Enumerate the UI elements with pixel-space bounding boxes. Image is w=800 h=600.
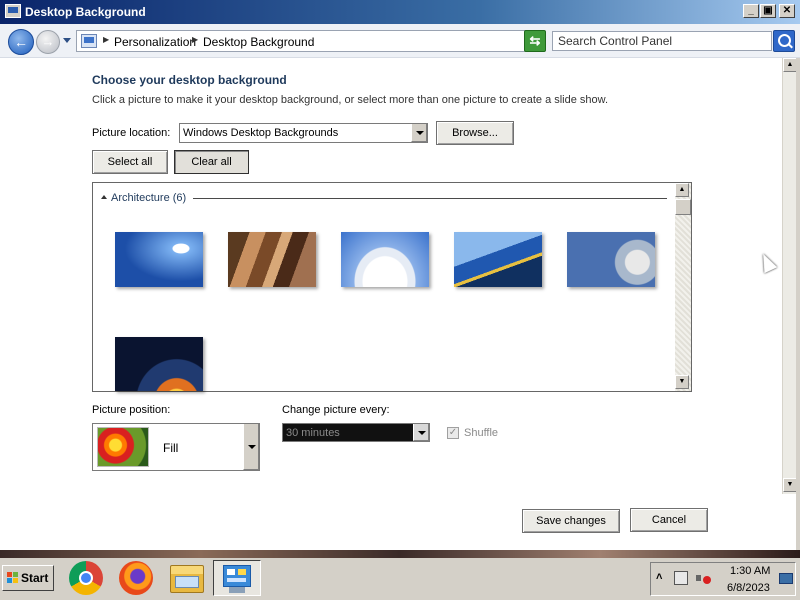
save-changes-button[interactable]: Save changes [522, 509, 620, 533]
picture-location-select[interactable]: Windows Desktop Backgrounds [179, 123, 428, 143]
title-bar: Desktop Background _ ▣ ✕ [0, 0, 800, 24]
clock-time[interactable]: 1:30 AM [730, 565, 770, 577]
picture-list[interactable]: Architecture (6) ▲ ▼ [92, 182, 692, 392]
position-preview-image [97, 427, 149, 467]
breadcrumb-separator-icon[interactable]: ▶ [192, 35, 198, 44]
back-button[interactable]: ← [8, 29, 34, 55]
chevron-down-icon[interactable] [243, 424, 259, 470]
collapse-group-icon[interactable] [101, 195, 107, 199]
change-picture-label: Change picture every: [282, 404, 390, 416]
show-hidden-icons-icon[interactable]: ˄ [656, 571, 662, 583]
picture-list-scrollbar[interactable]: ▲ ▼ [675, 183, 691, 391]
scroll-down-icon[interactable]: ▼ [675, 375, 689, 389]
picture-position-select[interactable]: Fill [92, 423, 260, 471]
window-border [796, 58, 800, 550]
wallpaper-thumbnail[interactable] [115, 232, 203, 287]
clock-date[interactable]: 6/8/2023 [727, 582, 770, 594]
forward-button[interactable]: → [36, 30, 60, 54]
control-panel-icon [5, 4, 21, 18]
scrollbar-thumb[interactable] [675, 199, 691, 215]
search-icon[interactable] [773, 30, 795, 52]
page-title: Choose your desktop background [92, 73, 287, 87]
control-panel-icon [81, 34, 97, 48]
wallpaper-thumbnail[interactable] [228, 232, 316, 287]
shuffle-checkbox: ✓ [447, 427, 459, 439]
mouse-cursor-icon [756, 250, 778, 274]
window-scrollbar[interactable]: ▲ ▼ [782, 58, 797, 494]
scroll-up-icon[interactable]: ▲ [675, 183, 689, 197]
address-field[interactable]: ▶ Personalization ▶ Desktop Background [76, 30, 588, 52]
chevron-down-icon[interactable] [411, 124, 427, 142]
system-tray: ˄ [650, 562, 796, 596]
group-label-architecture[interactable]: Architecture (6) [111, 192, 186, 204]
start-label: Start [21, 571, 49, 585]
address-bar: ← → ▶ Personalization ▶ Desktop Backgrou… [0, 24, 800, 58]
picture-location-value: Windows Desktop Backgrounds [183, 127, 339, 139]
chrome-icon[interactable] [69, 561, 103, 595]
change-picture-select: 30 minutes [282, 423, 430, 442]
recent-pages-dropdown[interactable] [63, 38, 71, 43]
refresh-button[interactable]: ⇆ [524, 30, 546, 52]
shuffle-label: Shuffle [464, 427, 499, 439]
chevron-down-icon [413, 424, 429, 441]
window-title: Desktop Background [25, 5, 146, 19]
picture-location-label: Picture location: [92, 127, 171, 139]
volume-muted-icon[interactable] [696, 571, 711, 585]
minimize-button[interactable]: _ [743, 4, 759, 18]
change-picture-value: 30 minutes [286, 427, 340, 439]
browse-button[interactable]: Browse... [436, 121, 514, 145]
scroll-up-icon[interactable]: ▲ [783, 58, 797, 72]
picture-position-label: Picture position: [92, 404, 171, 416]
windows-logo-icon [7, 572, 19, 584]
breadcrumb-desktop-background[interactable]: Desktop Background [203, 35, 314, 49]
picture-position-value: Fill [163, 441, 179, 455]
wallpaper-thumbnail[interactable] [567, 232, 655, 287]
wallpaper-thumbnail[interactable] [341, 232, 429, 287]
firefox-icon[interactable] [119, 561, 153, 595]
wallpaper-thumbnail[interactable] [115, 337, 203, 391]
breadcrumb-personalization[interactable]: Personalization [114, 35, 196, 49]
page-description: Click a picture to make it your desktop … [92, 94, 609, 106]
search-input[interactable]: Search Control Panel [552, 31, 772, 51]
breadcrumb-separator-icon[interactable]: ▶ [103, 35, 109, 44]
show-desktop-icon[interactable] [779, 573, 793, 584]
taskbar-item-control-panel[interactable] [213, 560, 261, 596]
desktop-wallpaper-strip [0, 550, 800, 558]
wallpaper-thumbnail[interactable] [454, 232, 542, 287]
network-icon[interactable] [674, 571, 688, 585]
scroll-down-icon[interactable]: ▼ [783, 478, 797, 492]
file-explorer-icon[interactable] [170, 565, 204, 593]
restore-button[interactable]: ▣ [760, 4, 776, 18]
select-all-button[interactable]: Select all [92, 150, 168, 174]
start-button[interactable]: Start [2, 565, 54, 591]
group-divider [193, 198, 667, 199]
control-panel-icon [223, 565, 251, 587]
close-button[interactable]: ✕ [779, 4, 795, 18]
cancel-button[interactable]: Cancel [630, 508, 708, 532]
clear-all-button[interactable]: Clear all [174, 150, 249, 174]
